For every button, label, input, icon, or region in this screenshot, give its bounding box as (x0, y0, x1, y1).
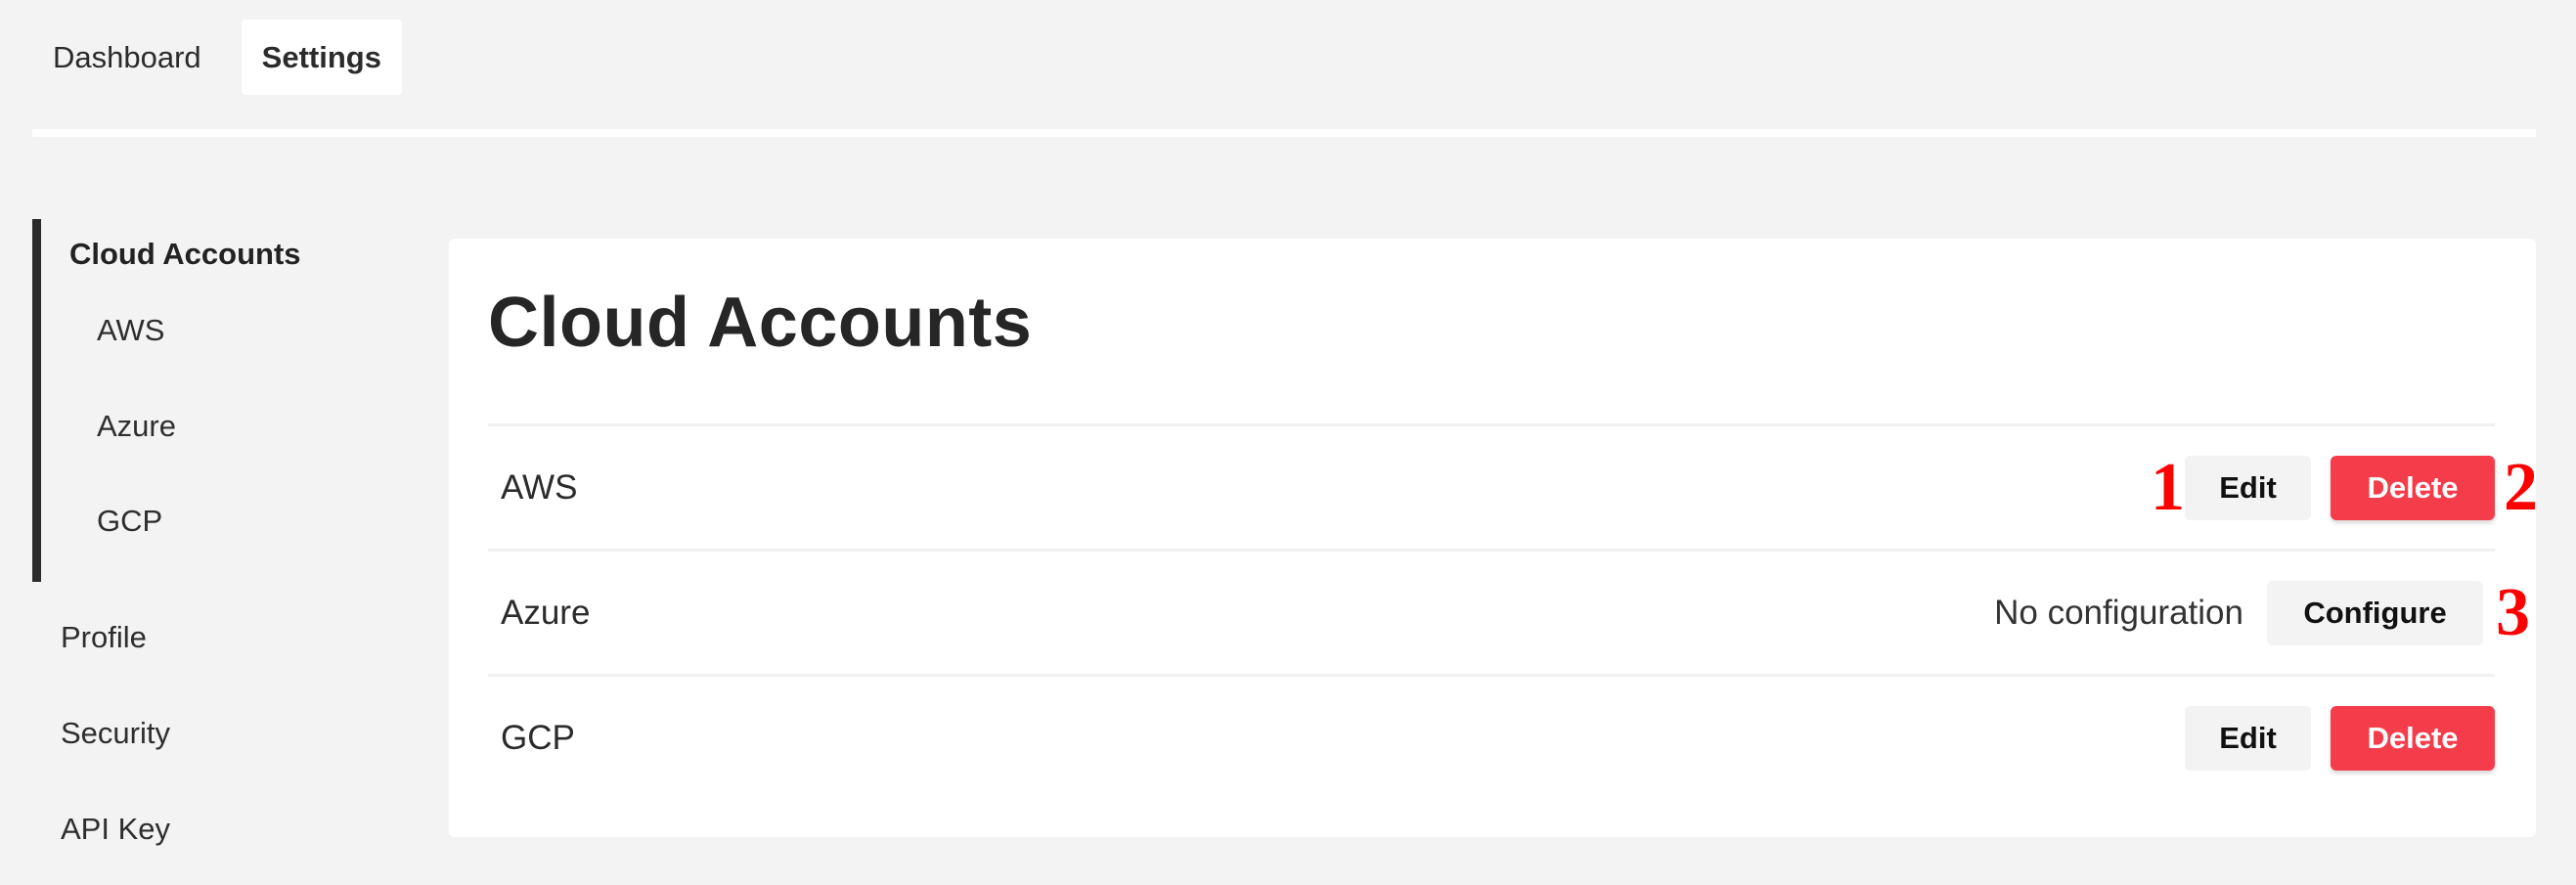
configuration-status: No configuration (1994, 593, 2243, 632)
row-actions: Edit Delete (2185, 455, 2495, 520)
annotation-label-1: 1 (2151, 450, 2185, 525)
cloud-accounts-panel: Cloud Accounts AWS Edit Delete Azure No … (449, 239, 2536, 837)
account-row-azure: Azure No configuration Configure (488, 549, 2495, 674)
sidebar-item-cloud-accounts[interactable]: Cloud Accounts (69, 237, 301, 272)
sidebar-item-api-key[interactable]: API Key (61, 812, 170, 847)
sidebar-item-security[interactable]: Security (61, 716, 170, 751)
account-row-aws: AWS Edit Delete (488, 423, 2495, 549)
delete-gcp-button[interactable]: Delete (2331, 705, 2495, 771)
sidebar-group-cloud-accounts: Cloud Accounts AWS Azure GCP (32, 219, 423, 582)
top-divider (32, 129, 2536, 137)
edit-gcp-button[interactable]: Edit (2185, 705, 2311, 771)
top-navigation: Dashboard Settings (32, 20, 402, 95)
edit-aws-button[interactable]: Edit (2185, 455, 2311, 520)
sidebar-subitem-azure[interactable]: Azure (97, 409, 176, 444)
accounts-list: AWS Edit Delete Azure No configuration C… (488, 423, 2495, 799)
tab-settings[interactable]: Settings (241, 20, 402, 95)
annotation-label-3: 3 (2496, 575, 2530, 650)
sidebar-subitem-gcp[interactable]: GCP (97, 504, 162, 539)
page-title: Cloud Accounts (488, 284, 1033, 362)
row-actions: Edit Delete (2185, 705, 2495, 771)
row-actions: No configuration Configure (1994, 580, 2495, 645)
annotation-label-2: 2 (2504, 450, 2538, 525)
settings-sidebar: Cloud Accounts AWS Azure GCP Profile Sec… (32, 219, 423, 846)
sidebar-item-profile[interactable]: Profile (61, 620, 147, 655)
tab-dashboard[interactable]: Dashboard (32, 20, 222, 95)
account-name: AWS (501, 467, 578, 507)
account-name: Azure (501, 593, 591, 632)
account-name: GCP (501, 718, 575, 757)
account-row-gcp: GCP Edit Delete (488, 674, 2495, 799)
sidebar-subitem-aws[interactable]: AWS (97, 313, 164, 348)
configure-azure-button[interactable]: Configure (2267, 580, 2483, 645)
delete-aws-button[interactable]: Delete (2331, 455, 2495, 520)
